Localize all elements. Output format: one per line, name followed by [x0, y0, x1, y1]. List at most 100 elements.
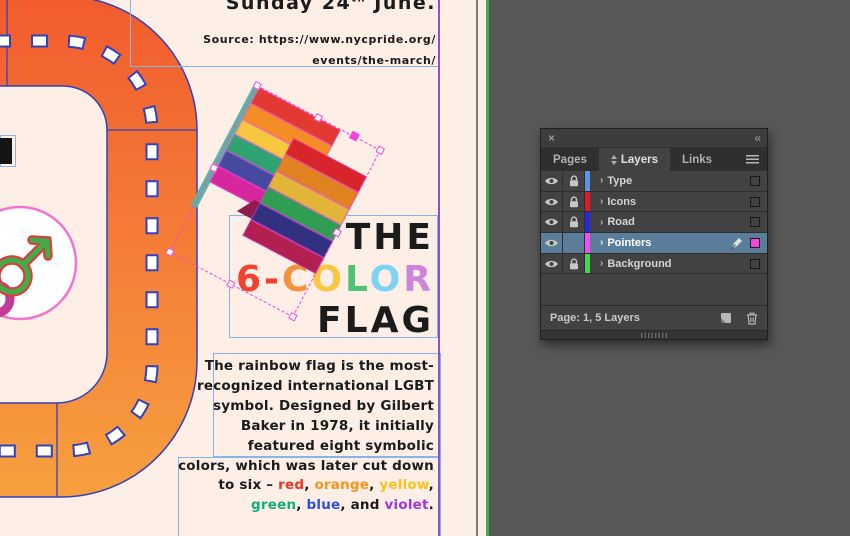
panel-menu-icon[interactable] [746, 155, 759, 164]
layer-name: Pointers [607, 236, 652, 249]
headline-letter: R [403, 258, 434, 300]
lock-toggle[interactable] [563, 171, 585, 191]
bleed-area [478, 0, 486, 536]
date-headline[interactable]: Sunday 24th June. [210, 0, 436, 14]
expand-chevron-icon[interactable]: › [600, 258, 603, 269]
layer-row-icons[interactable]: › Icons [541, 191, 767, 213]
headline-letter: O [369, 258, 404, 300]
expand-chevron-icon[interactable]: › [600, 196, 603, 207]
body-paragraph[interactable]: The rainbow flag is the most-recognized … [178, 357, 434, 516]
color-word: orange [314, 477, 370, 494]
layer-name: Icons [607, 195, 637, 208]
visibility-toggle[interactable] [541, 171, 563, 191]
close-icon[interactable]: × [548, 132, 555, 144]
body-text: , [296, 497, 307, 514]
body-text: symbol. Designed by Gilbert [213, 397, 434, 414]
layer-name: Background [607, 257, 672, 270]
lock-icon [569, 195, 578, 207]
layer-color-bar [585, 212, 590, 233]
gender-symbol-badge [0, 205, 78, 321]
date-text: Sunday 24 [225, 0, 352, 14]
body-line: to six – red, orange, yellow, [178, 476, 434, 496]
source-line-2: events/the-march/ [312, 54, 436, 67]
body-text: The rainbow flag is the most- [204, 358, 434, 374]
clipped-black-object [0, 138, 12, 164]
body-text: recognized international LGBT [197, 377, 434, 394]
eye-icon [545, 177, 558, 184]
eye-icon [545, 198, 558, 205]
expand-chevron-icon[interactable]: › [600, 217, 603, 228]
body-line: The rainbow flag is the most- [178, 357, 434, 377]
panel-titlebar[interactable]: × « [541, 129, 767, 148]
body-line: green, blue, and violet. [178, 496, 434, 516]
tab-layers[interactable]: Layers [598, 148, 670, 171]
layer-row-pointers[interactable]: › Pointers [541, 233, 767, 254]
color-word: violet [384, 497, 429, 514]
resize-grip-icon[interactable] [641, 332, 667, 338]
date-suffix: June. [366, 0, 436, 14]
layer-row-road[interactable]: › Road [541, 212, 767, 234]
body-text: . [428, 497, 434, 514]
tab-label: Layers [620, 153, 658, 166]
new-layer-icon[interactable] [718, 312, 732, 324]
body-text: Baker in 1978, it initially [240, 417, 434, 434]
collapse-panel-icon[interactable]: « [754, 132, 761, 144]
color-word: yellow [379, 477, 429, 494]
body-line: featured eight symbolic [178, 437, 434, 457]
lock-toggle[interactable] [563, 212, 585, 233]
bleed-guide-line [486, 0, 489, 536]
color-word: green [251, 497, 297, 514]
tab-label: Pages [553, 153, 587, 166]
layer-color-bar [585, 233, 590, 253]
body-text: colors, which was later cut down [178, 457, 434, 474]
body-text: , [369, 477, 380, 494]
panel-status-bar: Page: 1, 5 Layers [541, 305, 767, 330]
layers-panel: × « Pages Layers Links › Type › Icons › Road › Po… [540, 128, 768, 340]
graphic-frame-edge-vertical [130, 0, 131, 66]
color-word: red [278, 477, 305, 494]
eye-icon [545, 260, 558, 267]
tab-links[interactable]: Links [670, 148, 724, 171]
delete-layer-icon[interactable] [746, 312, 758, 325]
expand-chevron-icon[interactable]: › [600, 175, 603, 186]
visibility-toggle[interactable] [541, 253, 563, 274]
tab-pages[interactable]: Pages [541, 148, 599, 171]
body-text: featured eight symbolic [247, 437, 434, 454]
headline-letter: L [345, 258, 370, 300]
body-text: to six – [218, 477, 279, 494]
body-text: , and [340, 497, 385, 514]
tab-label: Links [681, 153, 713, 166]
layer-name: Road [607, 216, 635, 229]
application-window: Sunday 24th June. Source: https://www.ny… [0, 0, 850, 536]
lock-toggle[interactable] [563, 191, 585, 212]
date-ordinal: th [351, 0, 366, 5]
selection-proxy[interactable] [750, 196, 760, 207]
layer-row-type[interactable]: › Type [541, 171, 767, 192]
panel-resize-strip[interactable] [541, 330, 767, 339]
selection-proxy[interactable] [750, 217, 760, 228]
eye-icon [545, 239, 558, 247]
source-line-1: Source: https://www.nycpride.org/ [203, 33, 436, 46]
eye-icon [545, 219, 558, 226]
page-layer-count: Page: 1, 5 Layers [550, 312, 640, 324]
body-line: colors, which was later cut down [178, 457, 434, 477]
document-page: Sunday 24th June. Source: https://www.ny… [0, 0, 476, 536]
selection-proxy[interactable] [750, 237, 760, 248]
selection-proxy[interactable] [750, 175, 760, 186]
lock-toggle[interactable] [563, 233, 585, 253]
lock-icon [569, 258, 578, 269]
body-line: Baker in 1978, it initially [178, 417, 434, 437]
layer-row-background[interactable]: › Background [541, 253, 767, 275]
lock-toggle[interactable] [563, 253, 585, 274]
visibility-toggle[interactable] [541, 212, 563, 233]
source-credit[interactable]: Source: https://www.nycpride.org/ events… [180, 29, 436, 71]
visibility-toggle[interactable] [541, 191, 563, 212]
layer-list: › Type › Icons › Road › Pointers › Background [541, 171, 767, 275]
visibility-toggle[interactable] [541, 233, 563, 253]
body-line: symbol. Designed by Gilbert [178, 397, 434, 417]
selection-proxy[interactable] [750, 258, 760, 269]
margin-guide[interactable] [438, 0, 440, 536]
pen-icon [730, 236, 744, 250]
expand-chevron-icon[interactable]: › [600, 237, 603, 248]
body-text: , [428, 477, 434, 494]
